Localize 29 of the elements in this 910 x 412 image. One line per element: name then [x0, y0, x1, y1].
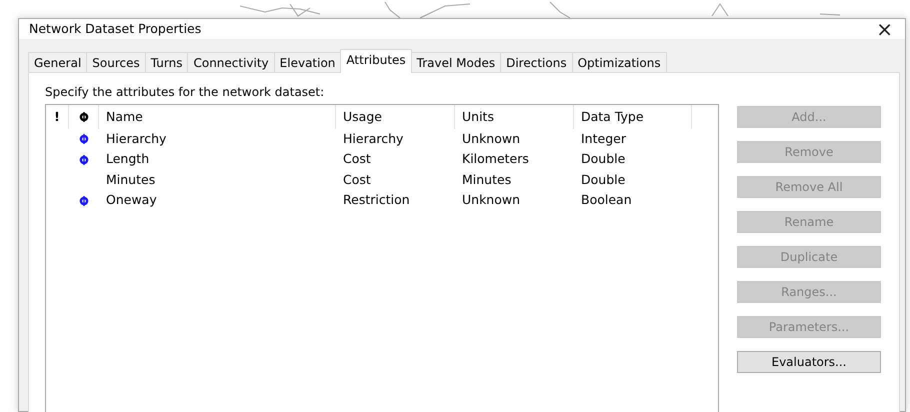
- table-cell: Length: [106, 151, 150, 166]
- tab[interactable]: Optimizations: [572, 52, 667, 73]
- table-cell: Hierarchy: [343, 130, 404, 146]
- tab[interactable]: Attributes: [340, 49, 412, 73]
- default-column-icon: [78, 112, 88, 122]
- column-header[interactable]: Units: [462, 108, 494, 126]
- table-cell: Oneway: [106, 192, 157, 208]
- column-header[interactable]: !: [54, 108, 60, 126]
- column-header[interactable]: Usage: [343, 108, 382, 126]
- table-cell: Hierarchy: [106, 130, 166, 146]
- window-title: Network Dataset Properties: [29, 20, 202, 38]
- table-cell: Minutes: [462, 172, 512, 187]
- table-cell: Double: [581, 172, 626, 187]
- table-cell: Cost: [343, 172, 371, 187]
- tab[interactable]: General: [28, 52, 88, 73]
- column-header[interactable]: Data Type: [581, 108, 644, 126]
- table-cell: Double: [581, 151, 626, 166]
- column-header[interactable]: Name: [106, 108, 143, 126]
- instruction-text: Specify the attributes for the network dataset:: [45, 84, 326, 101]
- table-cell: Unknown: [462, 192, 520, 208]
- close-button[interactable]: ×: [874, 19, 895, 39]
- table-cell: Minutes: [106, 172, 156, 187]
- evaluators-button[interactable]: Evaluators...: [737, 351, 881, 373]
- table-cell: Unknown: [462, 130, 520, 146]
- table-cell: Integer: [581, 130, 626, 146]
- table-cell: Cost: [343, 151, 371, 166]
- table-cell: Kilometers: [462, 151, 529, 166]
- table-cell: Boolean: [581, 192, 632, 208]
- table-cell: Restriction: [343, 192, 410, 208]
